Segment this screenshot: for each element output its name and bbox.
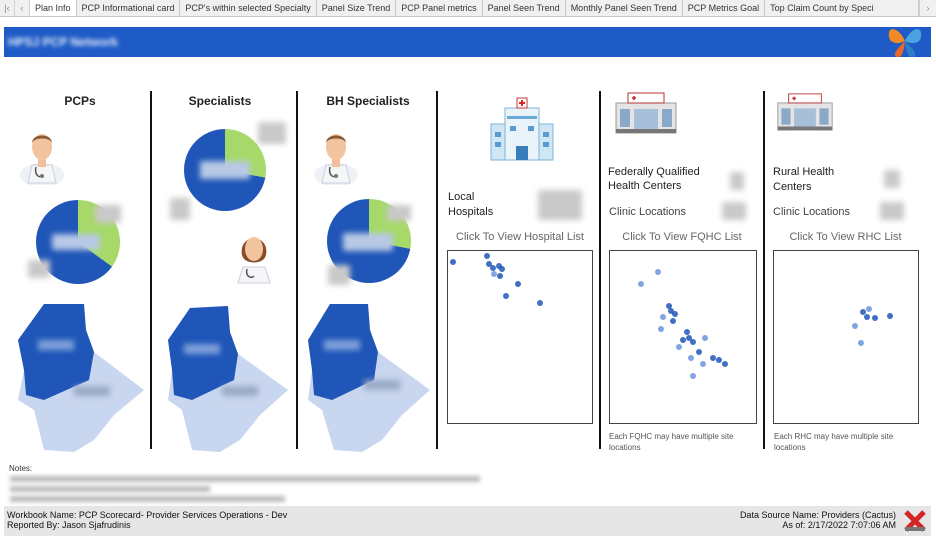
rhc-location-map[interactable] bbox=[773, 250, 919, 424]
redacted-value bbox=[884, 170, 900, 188]
butterfly-logo-icon bbox=[888, 29, 922, 58]
redacted-value bbox=[200, 161, 250, 179]
dashboard-header: HPSJ PCP Network bbox=[4, 27, 931, 58]
header-title: HPSJ PCP Network bbox=[8, 35, 118, 49]
view-hospital-list-link[interactable]: Click To View Hospital List bbox=[447, 231, 593, 243]
tab-pcp-panel-metrics[interactable]: PCP Panel metrics bbox=[396, 0, 483, 16]
rhc-clinic-locations-label: Clinic Locations bbox=[773, 206, 851, 218]
redacted-value bbox=[170, 198, 190, 220]
medical-clinic-icon bbox=[615, 92, 677, 134]
specialists-title: Specialists bbox=[188, 94, 252, 108]
county-map[interactable] bbox=[164, 300, 294, 452]
data-source-name: Data Source Name: Providers (Cactus) bbox=[739, 510, 896, 520]
redacted-value bbox=[880, 202, 904, 220]
redacted-value bbox=[95, 205, 121, 223]
fqhc-location-map[interactable] bbox=[609, 250, 757, 424]
tab-pcps-within-specialty[interactable]: PCP's within selected Specialty bbox=[180, 0, 317, 16]
tab-top-claim-count[interactable]: Top Claim Count by Speci bbox=[765, 0, 919, 16]
notes-label: Notes: bbox=[9, 464, 33, 473]
fqhc-label: Federally Qualified Health Centers bbox=[608, 166, 700, 192]
x-logo-icon bbox=[904, 510, 926, 532]
redacted-value bbox=[730, 172, 744, 190]
rhc-label: Rural Health Centers bbox=[773, 166, 835, 193]
first-tab-icon[interactable]: |‹ bbox=[0, 0, 15, 16]
divider bbox=[436, 91, 438, 449]
medical-clinic-icon bbox=[777, 93, 833, 131]
workbook-name: Workbook Name: PCP Scorecard- Provider S… bbox=[7, 510, 288, 520]
divider bbox=[296, 91, 298, 449]
redacted-value bbox=[258, 122, 286, 144]
redacted-value bbox=[387, 205, 411, 221]
fqhc-clinic-locations-label: Clinic Locations bbox=[609, 206, 687, 218]
redacted-value bbox=[28, 260, 50, 278]
prev-tab-icon[interactable]: ‹ bbox=[15, 0, 30, 16]
rhc-note: Each RHC may have multiple site location… bbox=[774, 432, 894, 452]
fqhc-note: Each FQHC may have multiple site locatio… bbox=[609, 432, 734, 452]
female-doctor-icon bbox=[237, 237, 271, 284]
reported-by: Reported By: Jason Sjafrudinis bbox=[7, 520, 131, 530]
footer: Workbook Name: PCP Scorecard- Provider S… bbox=[4, 506, 931, 536]
male-doctor-icon bbox=[314, 134, 358, 185]
tab-panel-size-trend[interactable]: Panel Size Trend bbox=[317, 0, 397, 16]
view-fqhc-list-link[interactable]: Click To View FQHC List bbox=[609, 231, 755, 243]
local-hospitals-label: Local Hospitals bbox=[448, 191, 494, 218]
redacted-value bbox=[343, 233, 393, 251]
view-rhc-list-link[interactable]: Click To View RHC List bbox=[773, 231, 918, 243]
pcps-title: PCPs bbox=[64, 94, 96, 108]
county-map[interactable] bbox=[304, 300, 434, 452]
divider bbox=[150, 91, 152, 449]
redacted-value bbox=[538, 190, 582, 220]
hospital-location-map[interactable] bbox=[447, 250, 593, 424]
redacted-value bbox=[328, 265, 350, 285]
as-of-date: As of: 2/17/2022 7:07:06 AM bbox=[782, 520, 896, 530]
tab-monthly-panel-seen-trend[interactable]: Monthly Panel Seen Trend bbox=[566, 0, 683, 16]
redacted-note bbox=[10, 476, 480, 482]
hospital-icon bbox=[490, 97, 554, 161]
redacted-note bbox=[10, 496, 285, 502]
tab-pcp-informational-card[interactable]: PCP Informational card bbox=[77, 0, 181, 16]
tab-plan-info[interactable]: Plan Info bbox=[30, 0, 77, 16]
divider bbox=[763, 91, 765, 449]
redacted-note bbox=[10, 486, 210, 492]
redacted-value bbox=[52, 234, 100, 250]
redacted-value bbox=[722, 202, 746, 220]
male-doctor-icon bbox=[20, 134, 64, 185]
tab-panel-seen-trend[interactable]: Panel Seen Trend bbox=[483, 0, 566, 16]
bh-specialists-title: BH Specialists bbox=[326, 94, 410, 108]
tab-pcp-metrics-goal[interactable]: PCP Metrics Goal bbox=[683, 0, 766, 16]
tab-bar: |‹ ‹ Plan Info PCP Informational card PC… bbox=[0, 0, 936, 17]
county-map[interactable] bbox=[14, 300, 144, 452]
next-tab-icon[interactable]: › bbox=[919, 0, 936, 16]
divider bbox=[599, 91, 601, 449]
